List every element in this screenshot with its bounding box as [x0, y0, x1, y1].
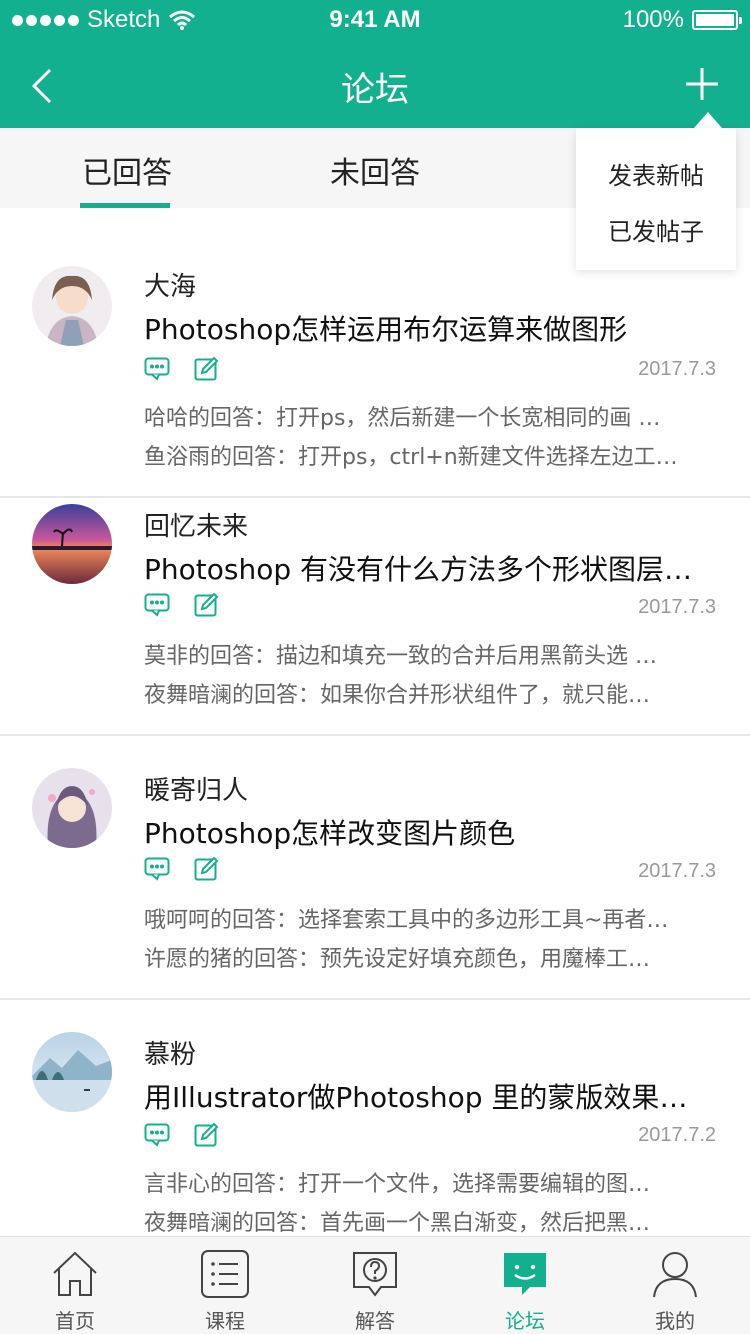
reply-preview[interactable]: 鱼浴雨的回答：打开ps，ctrl+n新建文件选择左边工… [144, 439, 704, 471]
dropdown-caret [694, 112, 722, 128]
reply-preview[interactable]: 夜舞暗澜的回答：如果你合并形状组件了，就只能… [144, 677, 704, 709]
bottom-tab-bar: 首页 课程 解答 论坛 我的 [0, 1236, 750, 1334]
post-item[interactable]: 慕粉 用Illustrator做Photoshop 里的蒙版效果怎… 2017.… [0, 1000, 750, 1236]
reply-preview[interactable]: 夜舞暗澜的回答：首先画一个黑白渐变，然后把黑… [144, 1205, 704, 1237]
reply-preview[interactable]: 哈哈的回答：打开ps，然后新建一个长宽相同的画 … [144, 400, 704, 432]
edit-icon[interactable] [194, 1122, 220, 1147]
home-icon [53, 1251, 97, 1296]
edit-icon[interactable] [194, 356, 220, 381]
post-item[interactable]: 回忆未来 Photoshop 有没有什么方法多个形状图层… 2017.7.3 莫… [0, 498, 750, 736]
comment-icon[interactable] [144, 593, 170, 617]
comment-icon[interactable] [144, 857, 170, 881]
edit-icon[interactable] [194, 592, 220, 617]
comment-icon[interactable] [144, 357, 170, 381]
post-author: 暖寄归人 [144, 776, 249, 806]
avatar [32, 1032, 112, 1112]
tab-label: 解答 [355, 1309, 395, 1333]
plus-icon[interactable] [684, 66, 720, 102]
tab-answers[interactable]: 解答 [300, 1237, 450, 1334]
reply-preview[interactable]: 许愿的猪的回答：预先设定好填充颜色，用魔棒工… [144, 941, 704, 973]
post-title[interactable]: Photoshop怎样运用布尔运算来做图形 [144, 308, 704, 348]
avatar [32, 504, 112, 584]
menu-item-my-posts[interactable]: 已发帖子 [576, 212, 736, 247]
list-icon [201, 1250, 249, 1298]
tab-home[interactable]: 首页 [0, 1237, 150, 1334]
add-menu: 发表新帖 已发帖子 [576, 128, 736, 270]
tab-unanswered[interactable]: 未回答 [330, 148, 420, 192]
reply-preview[interactable]: 莫非的回答：描边和填充一致的合并后用黑箭头选 … [144, 638, 704, 670]
post-date: 2017.7.3 [638, 860, 716, 882]
navigation-bar: Sketch 9:41 AM 100% 论坛 [0, 0, 750, 128]
avatar [32, 266, 112, 346]
page-title: 论坛 [341, 70, 409, 110]
tab-label: 我的 [655, 1309, 695, 1333]
edit-icon[interactable] [194, 856, 220, 881]
battery-group: 100% [622, 6, 742, 34]
status-bar: Sketch 9:41 AM 100% [0, 0, 750, 40]
post-author: 回忆未来 [144, 512, 249, 542]
post-author: 慕粉 [144, 1040, 197, 1070]
battery-icon [692, 10, 742, 30]
post-date: 2017.7.2 [638, 1124, 716, 1146]
post-title[interactable]: Photoshop怎样改变图片颜色 [144, 812, 704, 852]
tab-label: 课程 [205, 1309, 245, 1333]
tab-forum[interactable]: 论坛 [450, 1237, 600, 1334]
tab-answered[interactable]: 已回答 [82, 148, 172, 192]
reply-preview[interactable]: 言非心的回答：打开一个文件，选择需要编辑的图… [144, 1166, 704, 1198]
comment-icon[interactable] [144, 1123, 170, 1147]
menu-item-new-post[interactable]: 发表新帖 [576, 156, 736, 191]
post-title[interactable]: 用Illustrator做Photoshop 里的蒙版效果怎… [144, 1076, 704, 1116]
question-icon [353, 1252, 397, 1297]
post-item[interactable]: 暖寄归人 Photoshop怎样改变图片颜色 2017.7.3 哦呵呵的回答：选… [0, 736, 750, 1000]
tab-label: 论坛 [505, 1309, 545, 1333]
tab-label: 首页 [55, 1309, 95, 1333]
post-date: 2017.7.3 [638, 596, 716, 618]
forum-smile-icon [504, 1253, 546, 1295]
user-icon [653, 1252, 697, 1298]
post-date: 2017.7.3 [638, 358, 716, 380]
battery-percent: 100% [622, 6, 684, 33]
post-author: 大海 [144, 272, 197, 302]
reply-preview[interactable]: 哦呵呵的回答：选择套索工具中的多边形工具~再者… [144, 902, 704, 934]
post-title[interactable]: Photoshop 有没有什么方法多个形状图层… [144, 548, 704, 588]
tab-courses[interactable]: 课程 [150, 1237, 300, 1334]
avatar [32, 768, 112, 848]
tab-mine[interactable]: 我的 [600, 1237, 750, 1334]
